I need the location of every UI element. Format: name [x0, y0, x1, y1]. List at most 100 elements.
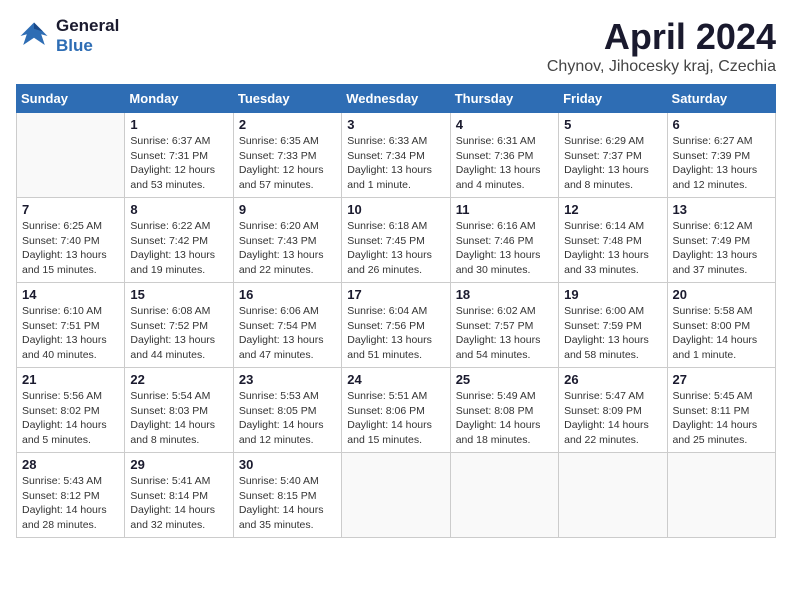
calendar-cell: 7 Sunrise: 6:25 AM Sunset: 7:40 PM Daylig…: [17, 198, 125, 283]
calendar-table: SundayMondayTuesdayWednesdayThursdayFrid…: [16, 84, 776, 538]
day-info: Sunrise: 5:54 AM Sunset: 8:03 PM Dayligh…: [130, 389, 227, 448]
day-number: 9: [239, 202, 336, 217]
month-title: April 2024: [547, 16, 776, 58]
day-number: 11: [456, 202, 553, 217]
calendar-cell: 30 Sunrise: 5:40 AM Sunset: 8:15 PM Dayli…: [233, 453, 341, 538]
calendar-cell: 17 Sunrise: 6:04 AM Sunset: 7:56 PM Dayli…: [342, 283, 450, 368]
day-number: 27: [673, 372, 770, 387]
calendar-cell: 8 Sunrise: 6:22 AM Sunset: 7:42 PM Daylig…: [125, 198, 233, 283]
calendar-cell: 4 Sunrise: 6:31 AM Sunset: 7:36 PM Daylig…: [450, 113, 558, 198]
day-number: 19: [564, 287, 661, 302]
logo-icon: [16, 18, 52, 54]
day-info: Sunrise: 6:31 AM Sunset: 7:36 PM Dayligh…: [456, 134, 553, 193]
day-info: Sunrise: 6:29 AM Sunset: 7:37 PM Dayligh…: [564, 134, 661, 193]
logo: General Blue: [16, 16, 119, 56]
day-number: 12: [564, 202, 661, 217]
calendar-cell: 5 Sunrise: 6:29 AM Sunset: 7:37 PM Daylig…: [559, 113, 667, 198]
day-info: Sunrise: 5:41 AM Sunset: 8:14 PM Dayligh…: [130, 474, 227, 533]
day-number: 10: [347, 202, 444, 217]
day-info: Sunrise: 6:25 AM Sunset: 7:40 PM Dayligh…: [22, 219, 119, 278]
calendar-cell: 23 Sunrise: 5:53 AM Sunset: 8:05 PM Dayli…: [233, 368, 341, 453]
day-number: 4: [456, 117, 553, 132]
day-number: 24: [347, 372, 444, 387]
day-number: 6: [673, 117, 770, 132]
day-info: Sunrise: 6:02 AM Sunset: 7:57 PM Dayligh…: [456, 304, 553, 363]
day-info: Sunrise: 6:27 AM Sunset: 7:39 PM Dayligh…: [673, 134, 770, 193]
day-number: 1: [130, 117, 227, 132]
day-info: Sunrise: 5:58 AM Sunset: 8:00 PM Dayligh…: [673, 304, 770, 363]
day-info: Sunrise: 6:35 AM Sunset: 7:33 PM Dayligh…: [239, 134, 336, 193]
day-number: 15: [130, 287, 227, 302]
calendar-cell: 28 Sunrise: 5:43 AM Sunset: 8:12 PM Dayli…: [17, 453, 125, 538]
day-number: 17: [347, 287, 444, 302]
day-number: 2: [239, 117, 336, 132]
day-info: Sunrise: 5:56 AM Sunset: 8:02 PM Dayligh…: [22, 389, 119, 448]
header-sunday: Sunday: [17, 85, 125, 113]
title-block: April 2024 Chynov, Jihocesky kraj, Czech…: [547, 16, 776, 76]
calendar-cell: [17, 113, 125, 198]
day-info: Sunrise: 6:16 AM Sunset: 7:46 PM Dayligh…: [456, 219, 553, 278]
page-header: General Blue April 2024 Chynov, Jihocesk…: [16, 16, 776, 76]
calendar-cell: 25 Sunrise: 5:49 AM Sunset: 8:08 PM Dayli…: [450, 368, 558, 453]
calendar-cell: 1 Sunrise: 6:37 AM Sunset: 7:31 PM Daylig…: [125, 113, 233, 198]
day-info: Sunrise: 5:51 AM Sunset: 8:06 PM Dayligh…: [347, 389, 444, 448]
day-number: 18: [456, 287, 553, 302]
day-info: Sunrise: 5:53 AM Sunset: 8:05 PM Dayligh…: [239, 389, 336, 448]
day-info: Sunrise: 6:12 AM Sunset: 7:49 PM Dayligh…: [673, 219, 770, 278]
day-info: Sunrise: 6:18 AM Sunset: 7:45 PM Dayligh…: [347, 219, 444, 278]
calendar-cell: 9Sunrise: 6:20 AM Sunset: 7:43 PM Daylig…: [233, 198, 341, 283]
calendar-cell: 21 Sunrise: 5:56 AM Sunset: 8:02 PM Dayli…: [17, 368, 125, 453]
day-info: Sunrise: 5:40 AM Sunset: 8:15 PM Dayligh…: [239, 474, 336, 533]
day-number: 28: [22, 457, 119, 472]
calendar-cell: 22Sunrise: 5:54 AM Sunset: 8:03 PM Dayli…: [125, 368, 233, 453]
day-number: 14: [22, 287, 119, 302]
calendar-cell: 14 Sunrise: 6:10 AM Sunset: 7:51 PM Dayli…: [17, 283, 125, 368]
week-row-4: 21 Sunrise: 5:56 AM Sunset: 8:02 PM Dayli…: [17, 368, 776, 453]
day-number: 8: [130, 202, 227, 217]
location-subtitle: Chynov, Jihocesky kraj, Czechia: [547, 58, 776, 76]
day-number: 5: [564, 117, 661, 132]
day-number: 7: [22, 202, 119, 217]
week-row-1: 1 Sunrise: 6:37 AM Sunset: 7:31 PM Daylig…: [17, 113, 776, 198]
day-info: Sunrise: 6:04 AM Sunset: 7:56 PM Dayligh…: [347, 304, 444, 363]
calendar-cell: [667, 453, 775, 538]
week-row-5: 28 Sunrise: 5:43 AM Sunset: 8:12 PM Dayli…: [17, 453, 776, 538]
day-info: Sunrise: 6:22 AM Sunset: 7:42 PM Dayligh…: [130, 219, 227, 278]
day-number: 23: [239, 372, 336, 387]
calendar-cell: 15 Sunrise: 6:08 AM Sunset: 7:52 PM Dayli…: [125, 283, 233, 368]
header-monday: Monday: [125, 85, 233, 113]
day-number: 29: [130, 457, 227, 472]
calendar-cell: 26Sunrise: 5:47 AM Sunset: 8:09 PM Dayli…: [559, 368, 667, 453]
header-tuesday: Tuesday: [233, 85, 341, 113]
day-info: Sunrise: 6:00 AM Sunset: 7:59 PM Dayligh…: [564, 304, 661, 363]
day-info: Sunrise: 6:08 AM Sunset: 7:52 PM Dayligh…: [130, 304, 227, 363]
day-number: 20: [673, 287, 770, 302]
calendar-cell: [450, 453, 558, 538]
calendar-cell: 27Sunrise: 5:45 AM Sunset: 8:11 PM Dayli…: [667, 368, 775, 453]
logo-text: General Blue: [56, 16, 119, 56]
day-info: Sunrise: 6:37 AM Sunset: 7:31 PM Dayligh…: [130, 134, 227, 193]
calendar-cell: [342, 453, 450, 538]
calendar-cell: 12Sunrise: 6:14 AM Sunset: 7:48 PM Dayli…: [559, 198, 667, 283]
day-info: Sunrise: 6:33 AM Sunset: 7:34 PM Dayligh…: [347, 134, 444, 193]
calendar-cell: 3 Sunrise: 6:33 AM Sunset: 7:34 PM Daylig…: [342, 113, 450, 198]
day-number: 13: [673, 202, 770, 217]
day-number: 25: [456, 372, 553, 387]
header-wednesday: Wednesday: [342, 85, 450, 113]
calendar-header-row: SundayMondayTuesdayWednesdayThursdayFrid…: [17, 85, 776, 113]
day-number: 16: [239, 287, 336, 302]
header-thursday: Thursday: [450, 85, 558, 113]
day-number: 30: [239, 457, 336, 472]
calendar-cell: 18 Sunrise: 6:02 AM Sunset: 7:57 PM Dayli…: [450, 283, 558, 368]
calendar-cell: 10 Sunrise: 6:18 AM Sunset: 7:45 PM Dayli…: [342, 198, 450, 283]
week-row-2: 7 Sunrise: 6:25 AM Sunset: 7:40 PM Daylig…: [17, 198, 776, 283]
day-info: Sunrise: 5:49 AM Sunset: 8:08 PM Dayligh…: [456, 389, 553, 448]
day-number: 26: [564, 372, 661, 387]
day-info: Sunrise: 6:06 AM Sunset: 7:54 PM Dayligh…: [239, 304, 336, 363]
day-number: 21: [22, 372, 119, 387]
calendar-cell: 13 Sunrise: 6:12 AM Sunset: 7:49 PM Dayli…: [667, 198, 775, 283]
week-row-3: 14 Sunrise: 6:10 AM Sunset: 7:51 PM Dayli…: [17, 283, 776, 368]
day-number: 3: [347, 117, 444, 132]
day-info: Sunrise: 5:43 AM Sunset: 8:12 PM Dayligh…: [22, 474, 119, 533]
day-info: Sunrise: 6:10 AM Sunset: 7:51 PM Dayligh…: [22, 304, 119, 363]
